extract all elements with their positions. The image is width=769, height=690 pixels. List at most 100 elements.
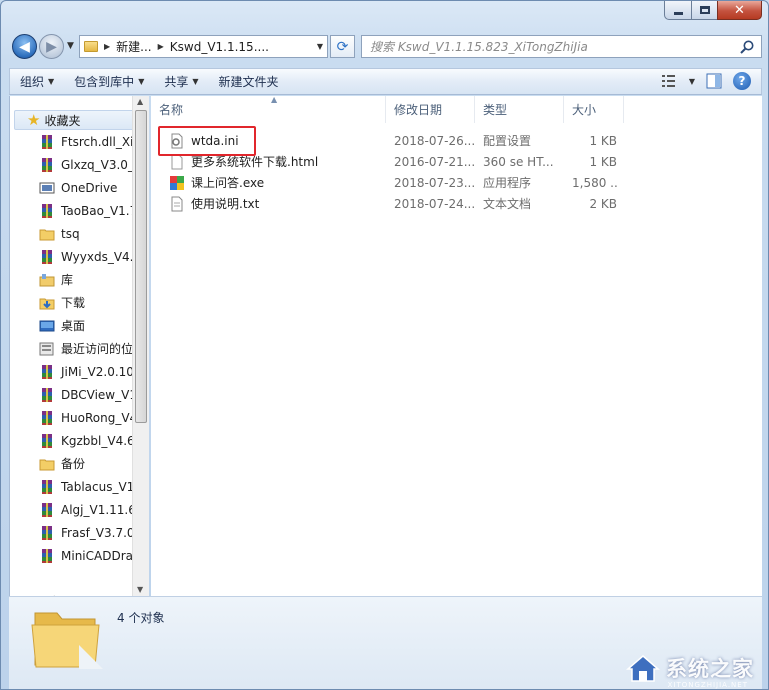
sidebar-item[interactable]: Kgzbbl_V4.6	[10, 429, 133, 452]
close-button[interactable]: ✕	[717, 1, 762, 20]
sidebar-item[interactable]: 桌面	[10, 314, 133, 337]
file-name: 课上问答.exe	[191, 176, 265, 190]
scrollbar-thumb[interactable]	[135, 110, 147, 423]
sidebar-item[interactable]: OneDrive	[10, 176, 133, 199]
sidebar-item[interactable]: Frasf_V3.7.0.	[10, 521, 133, 544]
winrar-icon	[42, 364, 52, 379]
navigation-pane: ★ 收藏夹 Ftsrch.dll_XiT Glxzq_V3.0_X OneDrive…	[9, 96, 149, 596]
winrar-icon	[42, 433, 52, 448]
file-type: 配置设置	[483, 134, 532, 148]
sidebar-item-label: OneDrive	[61, 180, 118, 195]
column-header-size[interactable]: 大小	[564, 96, 624, 123]
scroll-down-icon[interactable]: ▼	[137, 585, 143, 594]
breadcrumb-item[interactable]: 新建...	[116, 38, 151, 55]
house-logo-icon	[626, 655, 660, 682]
dropdown-arrow-icon: ▼	[48, 77, 55, 86]
breadcrumb-chevron-icon[interactable]: ▶	[104, 42, 110, 51]
sidebar-item-label: Algj_V1.11.6.	[61, 502, 133, 517]
sidebar-item-label: Ftsrch.dll_XiT	[61, 134, 133, 149]
sidebar-item[interactable]: Glxzq_V3.0_X	[10, 153, 133, 176]
include-in-library-label: 包含到库中	[74, 75, 135, 89]
watermark: 系统之家 XITONGZHIJIA.NET	[626, 653, 754, 689]
file-row[interactable]: 使用说明.txt 2018-07-24... 文本文档 2 KB	[151, 193, 762, 214]
sidebar-item-label: HuoRong_V4	[61, 410, 133, 425]
desktop-icon	[39, 320, 55, 331]
sidebar-item-label: Kgzbbl_V4.6	[61, 433, 133, 448]
toolbar-right-group: ▼ ?	[661, 72, 751, 90]
folder-icon	[39, 459, 55, 470]
sidebar-item-label: TaoBao_V1.7	[61, 203, 133, 218]
sidebar-item-label: 最近访问的位	[61, 342, 133, 356]
forward-button[interactable]: ▶	[39, 34, 64, 59]
sidebar-item-label: DBCView_V1	[61, 387, 133, 402]
sidebar-item[interactable]: tsq	[10, 222, 133, 245]
sidebar-item-label: tsq	[61, 226, 80, 241]
sidebar-item[interactable]: Ftsrch.dll_XiT	[10, 130, 133, 153]
file-name-cell[interactable]: 使用说明.txt	[151, 195, 386, 212]
include-in-library-menu[interactable]: 包含到库中 ▼	[64, 69, 154, 94]
breadcrumb-item[interactable]: Kswd_V1.1.15....	[170, 40, 269, 54]
sidebar-item[interactable]: 最近访问的位	[10, 337, 133, 360]
file-size: 1 KB	[589, 154, 617, 169]
sidebar-item-label: MiniCADDrav	[61, 548, 133, 563]
forward-arrow-icon: ▶	[46, 38, 57, 55]
sidebar-item[interactable]: Wyyxds_V4.1	[10, 245, 133, 268]
sidebar-item[interactable]: JiMi_V2.0.10.	[10, 360, 133, 383]
file-name-cell[interactable]: 课上问答.exe	[151, 174, 386, 191]
sidebar-item[interactable]: 备份	[10, 452, 133, 475]
search-icon[interactable]	[739, 39, 755, 55]
breadcrumb-chevron-icon[interactable]: ▶	[158, 42, 164, 51]
new-folder-button[interactable]: 新建文件夹	[209, 69, 289, 94]
column-header-type[interactable]: 类型	[475, 96, 564, 123]
sidebar-item[interactable]: DBCView_V1	[10, 383, 133, 406]
preview-pane-icon[interactable]	[705, 73, 723, 89]
recent-pages-dropdown[interactable]: ▼	[67, 41, 74, 51]
sidebar-item-label: Tablacus_V1.	[61, 479, 133, 494]
column-headers: 名称 ▲ 修改日期 类型 大小	[151, 95, 762, 123]
column-header-date[interactable]: 修改日期	[386, 96, 475, 123]
file-size: 2 KB	[589, 196, 617, 211]
annotation-highlight-box	[158, 126, 256, 156]
favorites-header[interactable]: ★ 收藏夹	[14, 110, 134, 130]
refresh-button[interactable]: ⟳	[330, 35, 355, 58]
sidebar-item[interactable]: Tablacus_V1.	[10, 475, 133, 498]
winrar-icon	[42, 134, 52, 149]
column-header-name[interactable]: 名称 ▲	[151, 95, 386, 123]
column-type-label: 类型	[483, 103, 508, 117]
minimize-button[interactable]	[664, 1, 691, 20]
navigation-scrollbar[interactable]: ▲ ▼	[132, 96, 149, 596]
file-row[interactable]: 课上问答.exe 2018-07-23... 应用程序 1,580 ...	[151, 172, 762, 193]
exe-app-icon	[170, 175, 184, 190]
file-date: 2018-07-23...	[394, 175, 475, 190]
file-type: 应用程序	[483, 176, 532, 190]
sort-ascending-icon: ▲	[271, 95, 278, 104]
address-bar[interactable]: ▶ 新建... ▶ Kswd_V1.1.15.... ▼	[79, 35, 328, 58]
organize-menu[interactable]: 组织 ▼	[10, 69, 64, 94]
sidebar-item[interactable]: 下载	[10, 291, 133, 314]
command-bar: 组织 ▼ 包含到库中 ▼ 共享 ▼ 新建文件夹 ▼ ?	[9, 68, 762, 95]
file-size: 1 KB	[589, 133, 617, 148]
search-box[interactable]: 搜索 Kswd_V1.1.15.823_XiTongZhiJia	[361, 35, 762, 58]
address-row: ◀ ▶ ▼ ▶ 新建... ▶ Kswd_V1.1.15.... ▼ ⟳ 搜索 …	[1, 29, 768, 65]
library-icon	[39, 273, 55, 286]
back-button[interactable]: ◀	[12, 34, 37, 59]
help-icon[interactable]: ?	[733, 72, 751, 90]
file-type: 360 se HT...	[483, 154, 554, 169]
sidebar-item[interactable]: TaoBao_V1.7	[10, 199, 133, 222]
view-dropdown-icon[interactable]: ▼	[689, 77, 695, 86]
scroll-up-icon[interactable]: ▲	[137, 97, 143, 106]
sidebar-item[interactable]: HuoRong_V4	[10, 406, 133, 429]
file-size: 1,580 ...	[572, 175, 619, 190]
close-icon: ✕	[734, 2, 745, 18]
address-dropdown-icon[interactable]: ▼	[317, 42, 323, 51]
share-menu[interactable]: 共享 ▼	[154, 69, 208, 94]
sidebar-item[interactable]: Algj_V1.11.6.	[10, 498, 133, 521]
new-folder-label: 新建文件夹	[218, 75, 279, 89]
maximize-button[interactable]	[691, 1, 717, 20]
sidebar-item[interactable]: MiniCADDrav	[10, 544, 133, 567]
change-view-icon[interactable]	[661, 73, 679, 89]
file-date: 2016-07-21...	[394, 154, 475, 169]
file-date: 2018-07-26...	[394, 133, 475, 148]
sidebar-item[interactable]: 库	[10, 268, 133, 291]
winrar-icon	[42, 479, 52, 494]
